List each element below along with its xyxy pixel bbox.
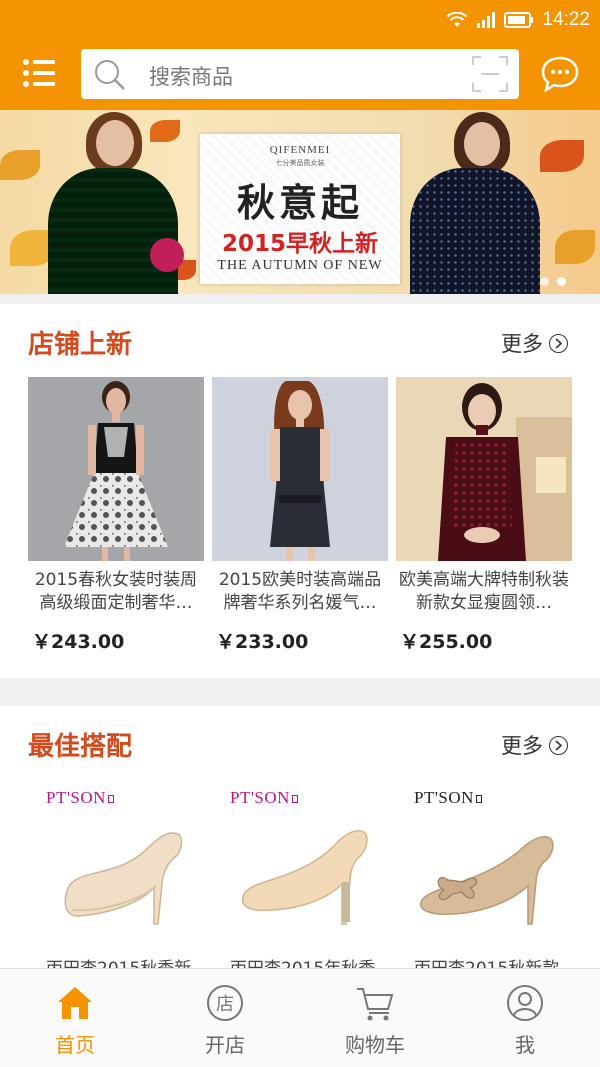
cart-icon: [357, 988, 394, 1021]
model-left-face: [96, 120, 134, 166]
product-price: ￥243.00: [32, 631, 125, 653]
product-price: ￥255.00: [400, 631, 493, 653]
model-right-face: [464, 122, 500, 166]
signal-icon: [476, 12, 496, 28]
brand-logo-text: PT'SON: [230, 788, 290, 807]
brand-logo-text: PT'SON: [46, 788, 106, 807]
search-bar[interactable]: 搜索商品: [81, 49, 519, 99]
product-price: ￥233.00: [216, 631, 309, 653]
battery-icon: [504, 12, 534, 28]
product-name: 2015欧美时装高端品牌奢华系列名媛气…: [218, 570, 382, 613]
page-dot-active[interactable]: [557, 277, 566, 286]
banner-brand-sub: 七分美品质女装: [275, 159, 325, 167]
nav-label-cart: 购物车: [345, 1033, 405, 1057]
more-label: 更多: [501, 332, 543, 356]
brand-logo: PT'SON: [230, 788, 298, 808]
match-card[interactable]: PT'SON 丙田李2015秋季新: [28, 776, 204, 979]
list-menu-icon: [23, 59, 55, 87]
product-card[interactable]: 欧美高端大牌特制秋装新款女显瘦圆领… ￥255.00: [396, 377, 572, 667]
match-card[interactable]: PT'SON 丙田李2015年秋季: [212, 776, 388, 979]
best-match-title: 最佳搭配: [28, 732, 133, 762]
brand-tag-icon: [107, 795, 114, 804]
bottom-navigation: 首页 店 开店 购物车 我: [0, 968, 600, 1067]
message-button[interactable]: [541, 56, 579, 93]
match-card[interactable]: PT'SON 丙田李2015秋新款: [396, 776, 572, 979]
top-header: 14:22 搜索商品: [0, 0, 600, 110]
chevron-right-icon: [549, 735, 568, 755]
nav-item-shop[interactable]: 店 开店: [150, 969, 300, 1067]
nav-label-shop: 开店: [205, 1033, 245, 1057]
chevron-right-icon: [549, 333, 568, 353]
brand-logo: PT'SON: [46, 788, 114, 808]
brand-tag-icon: [291, 795, 298, 804]
new-arrivals-title: 店铺上新: [28, 330, 133, 360]
page-dot[interactable]: [540, 277, 549, 286]
more-label: 更多: [501, 734, 543, 758]
nav-item-me[interactable]: 我: [450, 969, 600, 1067]
brand-logo-text: PT'SON: [414, 788, 474, 807]
nav-label-home: 首页: [55, 1033, 95, 1057]
new-arrivals-section: 店铺上新 更多 2015春秋女装时装周高级缎面定制奢华… ￥243.00 201…: [0, 304, 600, 678]
menu-button[interactable]: [22, 56, 58, 90]
wifi-icon: [446, 12, 468, 28]
app-screen: 14:22 搜索商品 QIFENMEI 七分美品质女装 秋意起 2015早秋上新…: [0, 0, 600, 1067]
promo-banner[interactable]: QIFENMEI 七分美品质女装 秋意起 2015早秋上新 THE AUTUMN…: [0, 110, 600, 294]
product-image[interactable]: [28, 377, 204, 561]
banner-pagination: [540, 277, 566, 286]
banner-title: 秋意起: [236, 180, 363, 225]
handbag: [150, 238, 184, 272]
product-image[interactable]: [212, 377, 388, 561]
nav-item-home[interactable]: 首页: [0, 969, 150, 1067]
shop-icon: 店: [207, 985, 243, 1021]
shoe-image[interactable]: [418, 816, 564, 928]
banner-subtitle-en: THE AUTUMN OF NEW: [217, 258, 383, 273]
model-right-dress: [410, 168, 540, 294]
new-arrivals-more-link[interactable]: 更多: [501, 328, 568, 358]
banner-subtitle: 2015早秋上新: [221, 231, 378, 257]
product-image[interactable]: [396, 377, 572, 561]
search-placeholder: 搜索商品: [149, 65, 233, 89]
shoe-image[interactable]: [58, 818, 188, 928]
home-icon: [58, 987, 92, 1019]
shoe-image[interactable]: [238, 816, 378, 928]
nav-label-me: 我: [515, 1033, 535, 1057]
chat-bubble-icon: [541, 56, 579, 93]
banner-card: QIFENMEI 七分美品质女装 秋意起 2015早秋上新 THE AUTUMN…: [200, 134, 400, 284]
brand-logo: PT'SON: [414, 788, 482, 808]
model-left-dress: [48, 168, 178, 294]
best-match-section: 最佳搭配 更多 PT'SON 丙田李2015秋季新 PT'SON 丙田李2015…: [0, 706, 600, 979]
brand-tag-icon: [475, 795, 482, 804]
product-card[interactable]: 2015欧美时装高端品牌奢华系列名媛气… ￥233.00: [212, 377, 388, 667]
scan-icon[interactable]: [471, 55, 509, 97]
status-bar: 14:22: [446, 6, 590, 34]
product-card[interactable]: 2015春秋女装时装周高级缎面定制奢华… ￥243.00: [28, 377, 204, 667]
user-icon: [507, 985, 543, 1021]
svg-text:店: 店: [216, 994, 234, 1015]
product-name: 2015春秋女装时装周高级缎面定制奢华…: [34, 570, 198, 613]
best-match-more-link[interactable]: 更多: [501, 730, 568, 760]
status-time: 14:22: [542, 9, 590, 30]
search-icon: [93, 58, 127, 96]
nav-item-cart[interactable]: 购物车: [300, 969, 450, 1067]
product-name: 欧美高端大牌特制秋装新款女显瘦圆领…: [399, 570, 569, 613]
banner-brand: QIFENMEI: [269, 144, 331, 156]
